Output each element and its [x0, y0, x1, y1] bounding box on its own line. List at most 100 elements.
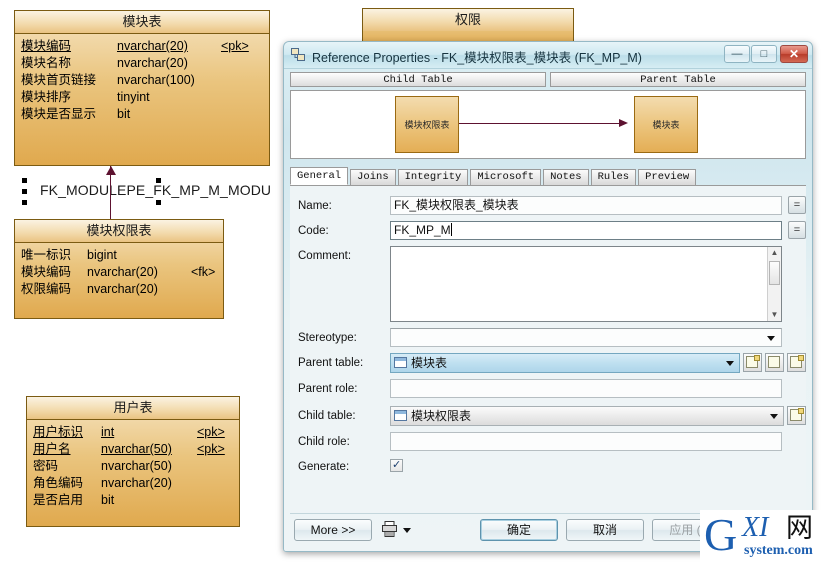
attribute-key: <pk> [221, 39, 249, 53]
maximize-button[interactable]: □ [751, 45, 777, 63]
tab-notes[interactable]: Notes [543, 169, 589, 185]
scroll-up-icon[interactable]: ▲ [768, 248, 781, 258]
tab-rules[interactable]: Rules [590, 169, 637, 185]
table-row: 模块编码 nvarchar(20) <pk> [21, 38, 263, 55]
table-icon [394, 357, 407, 368]
chevron-down-icon [726, 361, 734, 366]
attribute-name: 模块编码 [21, 39, 72, 53]
parent-table-row: Parent table: 模块表 [290, 353, 806, 373]
parent-table-header[interactable]: Parent Table [550, 72, 806, 87]
table-row: 模块编码 nvarchar(20) <fk> [21, 264, 217, 281]
selection-handle[interactable] [22, 178, 27, 183]
attribute-name: 角色编码 [33, 476, 84, 490]
ok-button[interactable]: 确定 [480, 519, 558, 541]
name-equals-button[interactable]: = [788, 196, 806, 214]
tab-microsoft[interactable]: Microsoft [470, 169, 542, 185]
name-row: Name: FK_模块权限表_模块表 = [290, 196, 806, 215]
properties-badge-icon [798, 355, 804, 361]
watermark-g: G [704, 510, 738, 560]
attribute-type: int [101, 425, 115, 439]
comment-row: Comment: ▲ ▼ [290, 246, 806, 322]
child-table-label: Child table: [298, 410, 356, 422]
table-row: 权限编码 nvarchar(20) [21, 281, 217, 298]
entity-title: 模块权限表 [15, 220, 223, 243]
attribute-type: nvarchar(100) [117, 73, 195, 87]
code-equals-button[interactable]: = [788, 221, 806, 239]
more-button[interactable]: More >> [294, 519, 372, 541]
selection-handle[interactable] [22, 189, 27, 194]
table-row: 用户名 nvarchar(50) <pk> [33, 441, 233, 458]
parent-role-label: Parent role: [298, 383, 358, 395]
child-table-row: Child table: 模块权限表 [290, 406, 806, 426]
create-parent-table-button[interactable] [743, 353, 762, 372]
reference-properties-dialog[interactable]: Reference Properties - FK_模块权限表_模块表 (FK_… [283, 41, 813, 552]
stereotype-label: Stereotype: [298, 332, 357, 344]
attribute-type: nvarchar(20) [101, 476, 172, 490]
tab-joins[interactable]: Joins [350, 169, 396, 185]
child-table-combo[interactable]: 模块权限表 [390, 406, 784, 426]
table-row: 模块首页链接 nvarchar(100) [21, 72, 263, 89]
entity-title: 用户表 [27, 397, 239, 420]
dialog-client-area: Child Table Parent Table 模块权限表 模块表 Gener… [290, 72, 806, 546]
parent-table-combo[interactable]: 模块表 [390, 353, 740, 373]
tab-integrity[interactable]: Integrity [397, 169, 469, 185]
entity-user-table[interactable]: 用户表 用户标识 int <pk> 用户名 nvarchar(50) <pk> … [26, 396, 240, 527]
selection-handle[interactable] [156, 200, 161, 205]
parent-table-properties-button[interactable] [787, 353, 806, 372]
child-role-label: Child role: [298, 436, 350, 448]
fk-label-text: FK_MODULEPE_FK_MP_M_MODU [40, 182, 272, 198]
child-table-value: 模块权限表 [411, 409, 472, 423]
maximize-icon: □ [760, 47, 768, 60]
entity-module-table[interactable]: 模块表 模块编码 nvarchar(20) <pk> 模块名称 nvarchar… [14, 10, 270, 166]
parent-table-value: 模块表 [411, 356, 448, 370]
table-row: 角色编码 nvarchar(20) [33, 475, 233, 492]
generate-checkbox[interactable] [390, 458, 403, 472]
code-input[interactable]: FK_MP_M [390, 221, 782, 240]
dialog-titlebar[interactable]: Reference Properties - FK_模块权限表_模块表 (FK_… [284, 42, 812, 69]
parent-role-row: Parent role: [290, 379, 806, 398]
selection-handle[interactable] [22, 200, 27, 205]
preview-connector [459, 123, 624, 124]
attribute-key: <pk> [197, 442, 225, 456]
preview-parent-entity[interactable]: 模块表 [634, 96, 698, 153]
watermark-cn: 网 [786, 513, 813, 543]
attribute-type: nvarchar(20) [117, 39, 188, 53]
comment-scrollbar[interactable]: ▲ ▼ [767, 247, 781, 321]
general-tab-panel: Name: FK_模块权限表_模块表 = Code: FK_MP_M = Com… [290, 186, 806, 514]
close-icon: ✕ [788, 47, 800, 61]
comment-label: Comment: [298, 250, 352, 262]
minimize-button[interactable]: — [724, 45, 750, 63]
property-tab-bar: General Joins Integrity Microsoft Notes … [290, 167, 806, 186]
attribute-name: 用户标识 [33, 425, 84, 439]
reference-icon [291, 48, 305, 61]
attribute-type: nvarchar(20) [117, 56, 188, 70]
scroll-thumb[interactable] [769, 261, 780, 285]
child-table-properties-button[interactable] [787, 406, 806, 425]
fk-relationship-label[interactable]: FK_MODULEPE_FK_MP_M_MODU [22, 175, 302, 213]
stereotype-combo[interactable] [390, 328, 782, 347]
child-table-header[interactable]: Child Table [290, 72, 546, 87]
new-badge-icon [754, 355, 760, 361]
tab-general[interactable]: General [290, 167, 349, 185]
parent-role-input[interactable] [390, 379, 782, 398]
attribute-name: 模块首页链接 [21, 73, 97, 87]
attribute-type: nvarchar(20) [87, 265, 158, 279]
relationship-preview[interactable]: 模块权限表 模块表 [290, 90, 806, 159]
table-row: 模块是否显示 bit [21, 106, 263, 123]
preview-child-entity[interactable]: 模块权限表 [395, 96, 459, 153]
find-parent-table-button[interactable] [765, 353, 784, 372]
cancel-button[interactable]: 取消 [566, 519, 644, 541]
print-icon[interactable] [382, 521, 397, 537]
print-dropdown-icon[interactable] [403, 528, 411, 533]
attribute-name: 模块排序 [21, 90, 72, 104]
name-input[interactable]: FK_模块权限表_模块表 [390, 196, 782, 215]
child-role-input[interactable] [390, 432, 782, 451]
code-label: Code: [298, 225, 329, 237]
attribute-type: tinyint [117, 90, 150, 104]
entity-module-permission-table[interactable]: 模块权限表 唯一标识 bigint 模块编码 nvarchar(20) <fk>… [14, 219, 224, 319]
tab-preview[interactable]: Preview [638, 169, 697, 185]
entity-title: 模块表 [15, 11, 269, 34]
comment-textarea[interactable]: ▲ ▼ [390, 246, 782, 322]
scroll-down-icon[interactable]: ▼ [768, 310, 781, 320]
close-button[interactable]: ✕ [780, 45, 808, 63]
